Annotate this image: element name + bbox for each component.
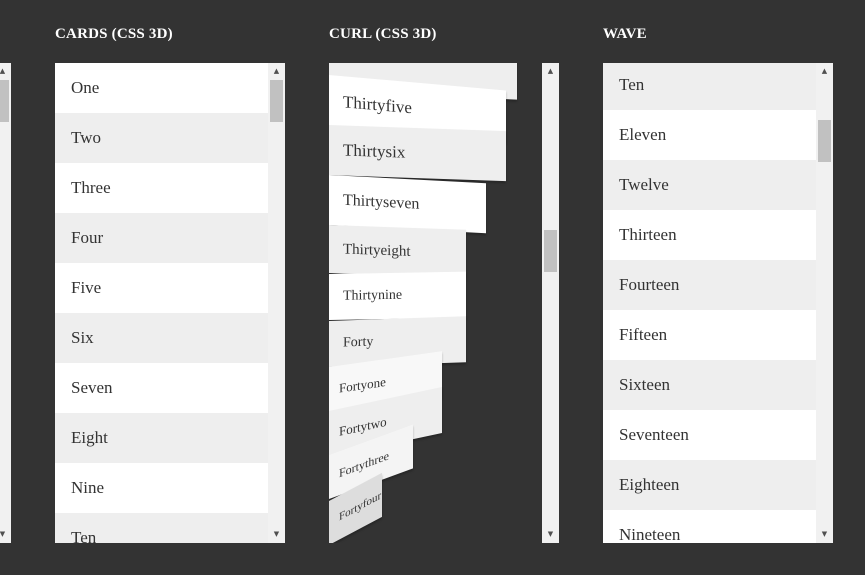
scroll-up-arrow-icon[interactable]: ▲ <box>816 63 833 80</box>
list-item[interactable]: Twelve <box>603 160 816 210</box>
list-item[interactable]: Eight <box>55 413 268 463</box>
list-item[interactable]: Eleven <box>603 110 816 160</box>
list-item[interactable]: Nineteen <box>603 510 816 543</box>
list-item[interactable]: Three <box>55 163 268 213</box>
list-item[interactable]: Eighteen <box>603 460 816 510</box>
cards-list[interactable]: One Two Three Four Five Six Seven Eight Nine Ten <box>55 63 268 543</box>
list-item[interactable]: Thirtyeight <box>329 225 466 278</box>
list-item[interactable]: Thirteen <box>603 210 816 260</box>
scroll-thumb[interactable] <box>270 80 283 122</box>
scroll-thumb[interactable] <box>818 120 831 162</box>
scroll-up-arrow-icon[interactable]: ▲ <box>542 63 559 80</box>
list-item[interactable]: Two <box>55 113 268 163</box>
list-item[interactable]: Seven <box>55 363 268 413</box>
list-item[interactable]: Ten <box>603 63 816 110</box>
list-item[interactable]: Four <box>55 213 268 263</box>
scroll-down-arrow-icon[interactable]: ▼ <box>542 526 559 543</box>
wave-list[interactable]: Ten Eleven Twelve Thirteen Fourteen Fifteen Si… <box>603 63 816 543</box>
scroll-down-arrow-icon[interactable]: ▼ <box>0 526 11 543</box>
scroll-thumb[interactable] <box>0 80 9 122</box>
scroll-up-arrow-icon[interactable]: ▲ <box>268 63 285 80</box>
left-list-scrollbar[interactable]: ▲ ▼ <box>0 63 11 543</box>
list-item[interactable]: Fifteen <box>603 310 816 360</box>
list-item[interactable]: Thirtysix <box>329 125 506 182</box>
list-item[interactable]: One <box>55 63 268 113</box>
list-item[interactable]: Sixteen <box>603 360 816 410</box>
curl-scrollbar[interactable]: ▲ ▼ <box>542 63 559 543</box>
list-item[interactable]: Six <box>55 313 268 363</box>
list-item[interactable]: Nine <box>55 463 268 513</box>
list-item[interactable]: Ten <box>55 513 268 543</box>
wave-heading: WAVE <box>603 26 647 42</box>
list-item[interactable]: Fourteen <box>603 260 816 310</box>
list-item[interactable]: Thirtynine <box>329 271 466 320</box>
scroll-up-arrow-icon[interactable]: ▲ <box>0 63 11 80</box>
list-item[interactable]: Thirtyseven <box>329 175 486 234</box>
curl-list[interactable]: Thirtyfive Thirtysix Thirtyseven Thirtyeigh… <box>329 63 529 543</box>
scroll-down-arrow-icon[interactable]: ▼ <box>816 526 833 543</box>
cards-scrollbar[interactable]: ▲ ▼ <box>268 63 285 543</box>
list-item[interactable]: Five <box>55 263 268 313</box>
cards-heading: CARDS (CSS 3D) <box>55 26 173 42</box>
wave-scrollbar[interactable]: ▲ ▼ <box>816 63 833 543</box>
list-item[interactable]: Seventeen <box>603 410 816 460</box>
curl-heading: CURL (CSS 3D) <box>329 26 437 42</box>
scroll-thumb[interactable] <box>544 230 557 272</box>
scroll-down-arrow-icon[interactable]: ▼ <box>268 526 285 543</box>
